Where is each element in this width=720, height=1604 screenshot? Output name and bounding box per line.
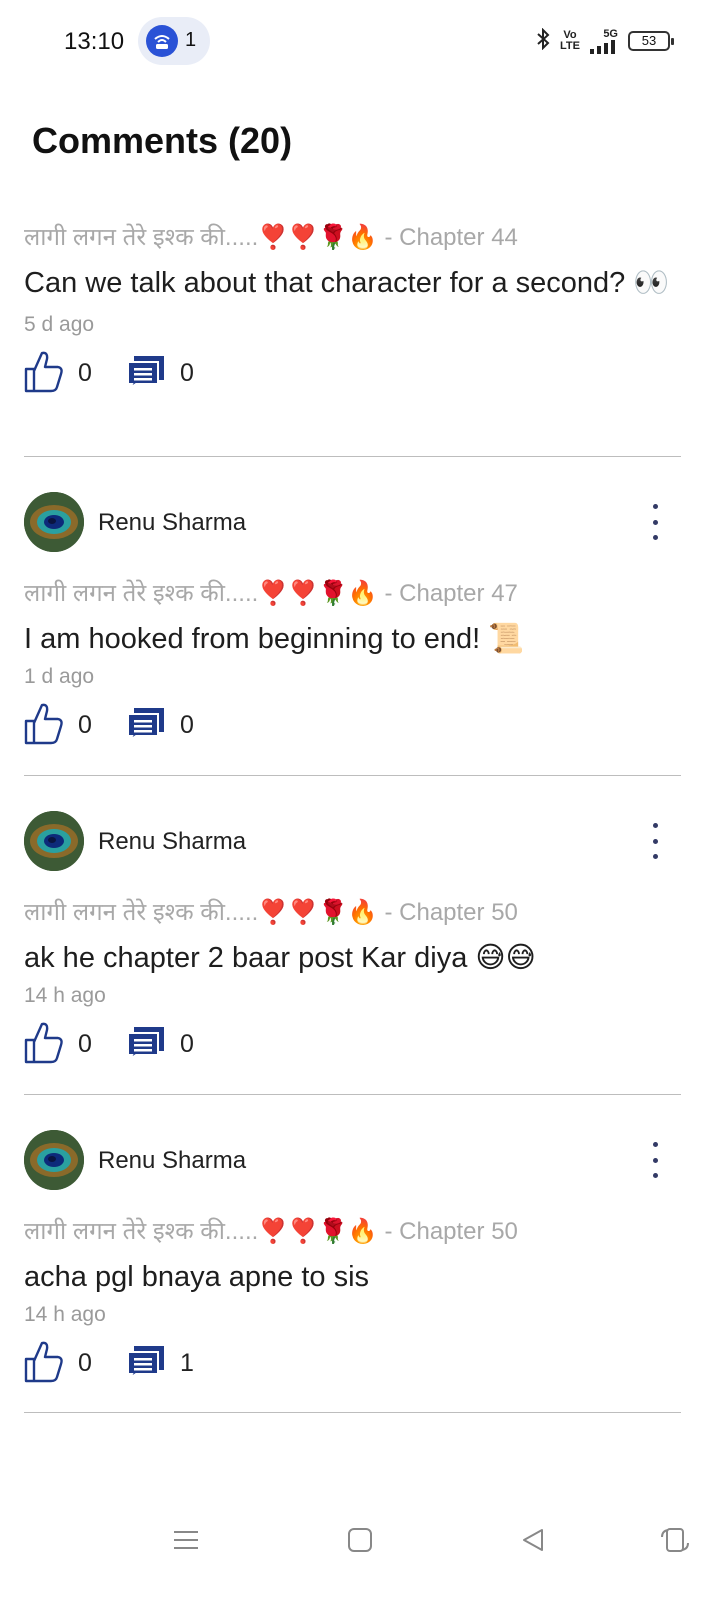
book-title: लागी लगन तेरे इश्क की..... xyxy=(24,580,259,607)
comment-book-ref[interactable]: लागी लगन तेरे इश्क की.....❣️❣️🌹🔥 - Chapt… xyxy=(24,220,681,253)
comment-time: 5 d ago xyxy=(24,313,95,336)
more-options-icon[interactable] xyxy=(643,1142,667,1178)
like-count: 0 xyxy=(78,710,92,739)
comment-text: acha pgl bnaya apne to sis xyxy=(24,1261,370,1293)
book-title: लागी लगन तेरे इश्क की..... xyxy=(24,224,259,251)
like-button[interactable]: 0 xyxy=(24,351,92,395)
avatar[interactable] xyxy=(24,811,84,871)
comment-text: Can we talk about that character for a s… xyxy=(24,267,670,299)
chapter-label: - Chapter 50 xyxy=(377,1218,518,1245)
book-title: लागी लगन तेरे इश्क की..... xyxy=(24,1218,259,1245)
comment-book-ref[interactable]: लागी लगन तेरे इश्क की.....❣️❣️🌹🔥 - Chapt… xyxy=(24,895,681,928)
comment-header: Renu Sharma xyxy=(24,492,681,552)
comment-username[interactable]: Renu Sharma xyxy=(98,828,246,856)
like-count: 0 xyxy=(78,358,92,387)
comment-book-ref[interactable]: लागी लगन तेरे इश्क की.....❣️❣️🌹🔥 - Chapt… xyxy=(24,1214,681,1247)
comment-text: I am hooked from beginning to end! 📜 xyxy=(24,623,525,655)
like-count: 0 xyxy=(78,1029,92,1058)
thumbs-up-icon xyxy=(24,701,64,750)
more-options-icon[interactable] xyxy=(643,504,667,540)
thumbs-up-icon xyxy=(24,1339,64,1388)
book-emoji: ❣️❣️🌹🔥 xyxy=(258,1218,378,1245)
comment-username[interactable]: Renu Sharma xyxy=(98,509,246,537)
book-emoji: ❣️❣️🌹🔥 xyxy=(258,580,378,607)
book-emoji: ❣️❣️🌹🔥 xyxy=(258,899,378,926)
thumbs-up-icon xyxy=(24,349,64,398)
comments-icon xyxy=(126,706,166,745)
battery-icon: 53 xyxy=(628,31,674,51)
comment-item: Renu Sharma लागी लगन तेरे इश्क की.....❣️… xyxy=(24,811,681,1066)
comment-time: 14 h ago xyxy=(24,984,106,1007)
rotate-icon[interactable] xyxy=(645,1510,705,1570)
comment-item: Renu Sharma लागी लगन तेरे इश्क की.....❣️… xyxy=(24,492,681,747)
chapter-label: - Chapter 44 xyxy=(377,224,518,251)
chapter-label: - Chapter 47 xyxy=(377,580,518,607)
like-count: 0 xyxy=(78,1348,92,1377)
page-title: Comments (20) xyxy=(32,120,293,161)
comments-icon xyxy=(126,1025,166,1064)
navigation-bar xyxy=(0,1510,720,1604)
divider xyxy=(24,1094,681,1095)
status-time: 13:10 xyxy=(64,28,125,55)
comment-item: Renu Sharma लागी लगन तेरे इश्क की.....❣️… xyxy=(24,1130,681,1385)
comment-header: Renu Sharma xyxy=(24,811,681,871)
comment-header: Renu Sharma xyxy=(24,1130,681,1190)
divider xyxy=(24,456,681,457)
like-button[interactable]: 0 xyxy=(24,1022,92,1066)
status-bar: 13:10 1 Vo LTE 5G 53 xyxy=(0,0,720,84)
book-title: लागी लगन तेरे इश्क की..... xyxy=(24,899,259,926)
like-button[interactable]: 0 xyxy=(24,1341,92,1385)
comment-actions: 0 1 xyxy=(24,1341,681,1385)
comment-text: ak he chapter 2 baar post Kar diya 😅😅 xyxy=(24,942,536,974)
reply-count: 1 xyxy=(180,1348,194,1377)
hotspot-icon xyxy=(146,25,178,57)
home-icon[interactable] xyxy=(330,1510,390,1570)
notification-count: 1 xyxy=(185,29,197,51)
like-button[interactable]: 0 xyxy=(24,703,92,747)
back-icon[interactable] xyxy=(503,1510,563,1570)
chapter-label: - Chapter 50 xyxy=(377,899,518,926)
comment-item: लागी लगन तेरे इश्क की.....❣️❣️🌹🔥 - Chapt… xyxy=(24,220,681,395)
comment-time: 14 h ago xyxy=(24,1303,106,1326)
hotspot-indicator[interactable]: 1 xyxy=(138,17,210,65)
reply-button[interactable]: 0 xyxy=(126,703,194,747)
comment-actions: 0 0 xyxy=(24,703,681,747)
reply-count: 0 xyxy=(180,358,194,387)
comments-icon xyxy=(126,354,166,393)
reply-count: 0 xyxy=(180,1029,194,1058)
comment-actions: 0 0 xyxy=(24,1022,681,1066)
signal-icon: 5G xyxy=(590,28,618,54)
comment-book-ref[interactable]: लागी लगन तेरे इश्क की.....❣️❣️🌹🔥 - Chapt… xyxy=(24,576,681,609)
reply-button[interactable]: 0 xyxy=(126,351,194,395)
divider xyxy=(24,1412,681,1413)
reply-count: 0 xyxy=(180,710,194,739)
more-options-icon[interactable] xyxy=(643,823,667,859)
bluetooth-icon xyxy=(536,27,550,55)
menu-icon[interactable] xyxy=(156,1510,216,1570)
divider xyxy=(24,775,681,776)
comments-icon xyxy=(126,1344,166,1383)
comment-time: 1 d ago xyxy=(24,665,95,688)
thumbs-up-icon xyxy=(24,1020,64,1069)
avatar[interactable] xyxy=(24,492,84,552)
comment-username[interactable]: Renu Sharma xyxy=(98,1147,246,1175)
reply-button[interactable]: 1 xyxy=(126,1341,194,1385)
comment-actions: 0 0 xyxy=(24,351,681,395)
reply-button[interactable]: 0 xyxy=(126,1022,194,1066)
book-emoji: ❣️❣️🌹🔥 xyxy=(258,224,378,251)
volte-icon: Vo LTE xyxy=(560,29,580,52)
avatar[interactable] xyxy=(24,1130,84,1190)
